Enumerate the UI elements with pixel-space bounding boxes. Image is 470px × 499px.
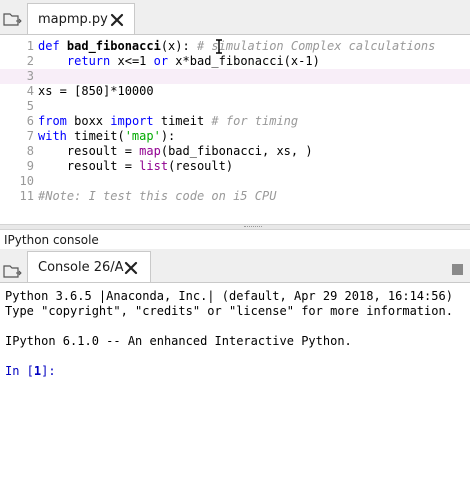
code-token: boxx (66, 114, 111, 128)
code-text: from boxx import timeit # for timing (38, 114, 298, 129)
code-text: return x<=1 or x*bad_fibonacci(x-1) (38, 54, 320, 69)
code-token: resoult = (38, 144, 140, 158)
pane-splitter[interactable] (0, 224, 470, 230)
console-output[interactable]: Python 3.6.5 |Anaconda, Inc.| (default, … (0, 283, 470, 499)
options-icon[interactable] (452, 264, 463, 275)
code-token: return (66, 54, 111, 68)
code-token: x*bad_fibonacci(x-1) (168, 54, 320, 68)
console-tab-bar: Console 26/A (0, 249, 470, 283)
folder-icon[interactable] (3, 262, 23, 280)
line-number: 6 (26, 114, 34, 128)
code-token: timeit( (66, 129, 125, 143)
code-line[interactable]: 6 from boxx import timeit # for timing (0, 114, 470, 129)
folder-icon[interactable] (3, 10, 23, 28)
close-icon[interactable] (110, 12, 124, 27)
line-number: 9 (26, 159, 34, 173)
console-line: IPython 6.1.0 -- An enhanced Interactive… (5, 334, 352, 348)
tab-label: mapmp.py (38, 12, 108, 27)
code-token: # for timing (211, 114, 299, 128)
line-number: 4 (26, 84, 34, 98)
code-token: (bad_fibonacci, xs, ) (160, 144, 313, 158)
close-icon[interactable] (124, 260, 138, 275)
prompt-prefix: In [ (5, 364, 34, 378)
code-token: ): (160, 129, 176, 143)
code-token: list (139, 159, 169, 173)
tab-mapmp-py[interactable]: mapmp.py (27, 3, 135, 34)
code-text: def bad_fibonacci(x): # simulation Compl… (38, 39, 435, 54)
code-token: import (110, 114, 154, 128)
line-number: 5 (26, 99, 34, 113)
code-token: or (153, 54, 169, 68)
code-token: (resoult) (168, 159, 234, 173)
code-line[interactable]: 10 (0, 174, 470, 189)
console-line: Python 3.6.5 |Anaconda, Inc.| (default, … (5, 289, 453, 303)
line-number: 3 (26, 69, 34, 83)
line-number: 8 (26, 144, 34, 158)
splitter-handle[interactable] (244, 226, 262, 229)
code-token: from (38, 114, 67, 128)
prompt-suffix: ]: (41, 364, 63, 378)
line-number: 10 (19, 174, 34, 188)
tab-console[interactable]: Console 26/A (27, 251, 151, 282)
code-line[interactable]: 3 (0, 69, 470, 84)
pane-title: IPython console (4, 233, 99, 247)
code-text: resoult = list(resoult) (38, 159, 233, 174)
text-cursor-icon (215, 39, 223, 54)
code-token: map (139, 144, 161, 158)
code-line[interactable]: 8 resoult = map(bad_fibonacci, xs, ) (0, 144, 470, 159)
code-line[interactable]: 4 xs = [850]*10000 (0, 84, 470, 99)
console-line: Type "copyright", "credits" or "license"… (5, 304, 453, 318)
code-line[interactable]: 1 def bad_fibonacci(x): # simulation Comp… (0, 39, 470, 54)
code-text: xs = [850]*10000 (38, 84, 154, 99)
code-token: (x): (160, 39, 197, 53)
line-number: 1 (26, 39, 34, 53)
code-token: resoult = (38, 159, 140, 173)
code-line[interactable]: 7 with timeit('map'): (0, 129, 470, 144)
code-line[interactable]: 11 #Note: I test this code on i5 CPU (0, 189, 470, 204)
code-token: # simulation Complex calculations (196, 39, 436, 53)
code-text: with timeit('map'): (38, 129, 175, 144)
code-line[interactable]: 2 return x<=1 or x*bad_fibonacci(x-1) (0, 54, 470, 69)
code-text: #Note: I test this code on i5 CPU (38, 189, 276, 204)
code-token: timeit (153, 114, 212, 128)
tab-label: Console 26/A (38, 260, 124, 275)
code-line[interactable]: 9 resoult = list(resoult) (0, 159, 470, 174)
line-number: 2 (26, 54, 34, 68)
line-number: 7 (26, 129, 34, 143)
code-line[interactable]: 5 (0, 99, 470, 114)
code-token: with (38, 129, 67, 143)
code-token: x<=1 (110, 54, 154, 68)
editor-tab-bar: mapmp.py (0, 0, 470, 35)
console-prompt[interactable]: In [1]: (5, 364, 63, 379)
line-number: 11 (19, 189, 34, 203)
code-editor[interactable]: 1 def bad_fibonacci(x): # simulation Comp… (0, 35, 470, 224)
code-token: def (38, 39, 67, 53)
code-token: xs = [850]*10000 (38, 84, 154, 98)
code-text: resoult = map(bad_fibonacci, xs, ) (38, 144, 313, 159)
code-token: bad_fibonacci (66, 39, 161, 53)
code-token: 'map' (124, 129, 161, 143)
code-token: #Note: I test this code on i5 CPU (38, 189, 277, 203)
